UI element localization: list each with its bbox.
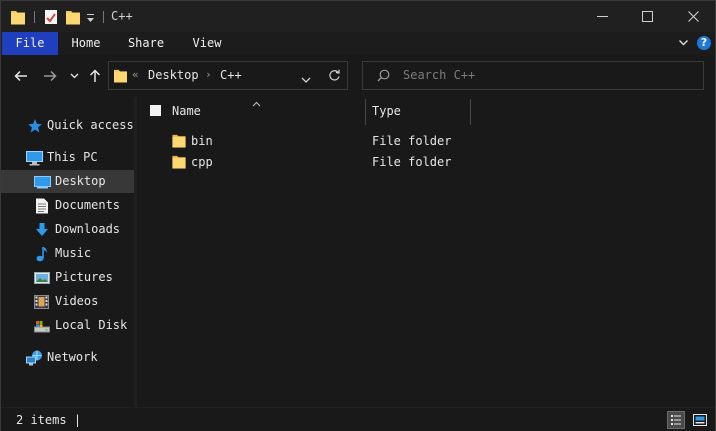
- desktop-icon: [34, 174, 51, 190]
- back-arrow-icon: [14, 70, 27, 82]
- star-icon: [27, 118, 43, 134]
- forward-button[interactable]: [41, 67, 59, 85]
- column-divider[interactable]: [470, 99, 471, 125]
- details-view-button[interactable]: [667, 411, 685, 429]
- breadcrumb-overflow[interactable]: «: [132, 68, 139, 81]
- close-button[interactable]: [670, 1, 716, 32]
- sidebar-item-label: Pictures: [55, 270, 113, 284]
- column-header-type[interactable]: Type: [372, 104, 401, 132]
- toolbar-divider: [34, 11, 35, 23]
- tab-share[interactable]: Share: [122, 32, 170, 55]
- drive-icon: [34, 318, 50, 334]
- music-icon: [36, 246, 52, 262]
- window-title: C++: [111, 9, 133, 23]
- select-all-checkbox[interactable]: [150, 105, 161, 116]
- sidebar-item-label: Videos: [55, 294, 99, 308]
- navigation-bar: « Desktop › C++ Search C++: [1, 55, 715, 97]
- chevron-down-icon: [70, 73, 78, 79]
- folder-icon: [172, 133, 186, 148]
- sidebar-item-this-pc[interactable]: This PC: [1, 146, 134, 169]
- pictures-icon: [34, 270, 50, 286]
- breadcrumb-current[interactable]: C++: [220, 68, 242, 82]
- breadcrumb-separator[interactable]: ›: [205, 68, 212, 81]
- sidebar-item-label: Documents: [55, 198, 121, 212]
- sidebar-item-label: Desktop: [55, 174, 106, 188]
- navigation-pane: Quick access This PC Desktop Documents D…: [1, 97, 135, 407]
- sidebar-item-downloads[interactable]: Downloads: [1, 218, 134, 241]
- status-bar: 2 items |: [1, 407, 715, 431]
- folder-icon: [114, 68, 127, 86]
- close-icon: [687, 11, 699, 22]
- toolbar-divider: [103, 11, 104, 23]
- large-icons-view-button[interactable]: [691, 411, 709, 429]
- forward-arrow-icon: [44, 70, 57, 82]
- sidebar-item-videos[interactable]: Videos: [1, 290, 134, 313]
- sidebar-item-label: This PC: [47, 150, 98, 164]
- column-divider[interactable]: [365, 99, 366, 125]
- title-bar: C++: [1, 1, 715, 32]
- search-box[interactable]: Search C++: [362, 61, 704, 90]
- ribbon-tabs: File Home Share View ?: [1, 32, 715, 55]
- up-arrow-icon: [89, 69, 101, 82]
- sort-ascending-icon: [252, 96, 261, 110]
- tab-home[interactable]: Home: [63, 32, 109, 55]
- computer-icon: [26, 150, 43, 166]
- refresh-icon[interactable]: [328, 68, 341, 85]
- sidebar-item-label: Quick access: [47, 118, 134, 132]
- file-name: bin: [191, 134, 213, 148]
- table-row[interactable]: cpp File folder: [137, 151, 715, 172]
- sidebar-item-label: Local Disk: [55, 318, 128, 332]
- column-header-name[interactable]: Name: [172, 104, 201, 132]
- details-view-icon: [671, 415, 681, 425]
- folder-icon[interactable]: [11, 9, 25, 28]
- address-history-dropdown-icon[interactable]: [301, 72, 311, 86]
- maximize-button[interactable]: [624, 1, 670, 32]
- sidebar-item-quick-access[interactable]: Quick access: [1, 114, 134, 137]
- sidebar-item-network[interactable]: Network: [1, 346, 134, 369]
- file-name: cpp: [191, 155, 213, 169]
- recent-locations-button[interactable]: [65, 67, 83, 85]
- sidebar-item-documents[interactable]: Documents: [1, 194, 134, 217]
- expand-ribbon-icon[interactable]: [678, 37, 689, 51]
- search-input[interactable]: Search C++: [403, 68, 475, 82]
- minimize-button[interactable]: [579, 1, 625, 32]
- tab-view[interactable]: View: [186, 32, 228, 55]
- large-icons-view-icon: [693, 414, 707, 426]
- sidebar-item-label: Downloads: [55, 222, 121, 236]
- sidebar-item-label: Music: [55, 246, 92, 260]
- text-cursor: |: [73, 413, 82, 427]
- table-row[interactable]: bin File folder: [137, 130, 715, 151]
- download-icon: [35, 222, 51, 238]
- documents-icon: [35, 198, 51, 214]
- file-list: Name Type bin File folder cpp File folde…: [137, 97, 715, 407]
- up-button[interactable]: [86, 67, 104, 85]
- sidebar-item-local-disk[interactable]: Local Disk: [1, 314, 134, 337]
- file-explorer-window: C++ File Home Share View ? « Desktop › C…: [0, 0, 716, 431]
- item-count: 2 items |: [16, 413, 82, 427]
- tab-file[interactable]: File: [2, 32, 58, 55]
- videos-icon: [34, 294, 50, 310]
- file-type: File folder: [372, 155, 452, 169]
- sidebar-item-desktop[interactable]: Desktop: [1, 170, 134, 193]
- customize-dropdown-icon[interactable]: [86, 12, 95, 26]
- address-bar[interactable]: « Desktop › C++: [108, 61, 348, 90]
- breadcrumb-desktop[interactable]: Desktop: [148, 68, 199, 82]
- search-icon: [377, 69, 390, 85]
- new-folder-icon[interactable]: [66, 9, 80, 28]
- file-type: File folder: [372, 134, 452, 148]
- help-button[interactable]: ?: [697, 36, 711, 50]
- minimize-icon: [596, 16, 608, 17]
- network-icon: [26, 350, 42, 366]
- folder-icon: [172, 154, 186, 169]
- back-button[interactable]: [12, 67, 30, 85]
- sidebar-item-label: Network: [47, 350, 98, 364]
- properties-icon[interactable]: [44, 9, 58, 28]
- sidebar-item-pictures[interactable]: Pictures: [1, 266, 134, 289]
- maximize-icon: [641, 11, 653, 22]
- sidebar-item-music[interactable]: Music: [1, 242, 134, 265]
